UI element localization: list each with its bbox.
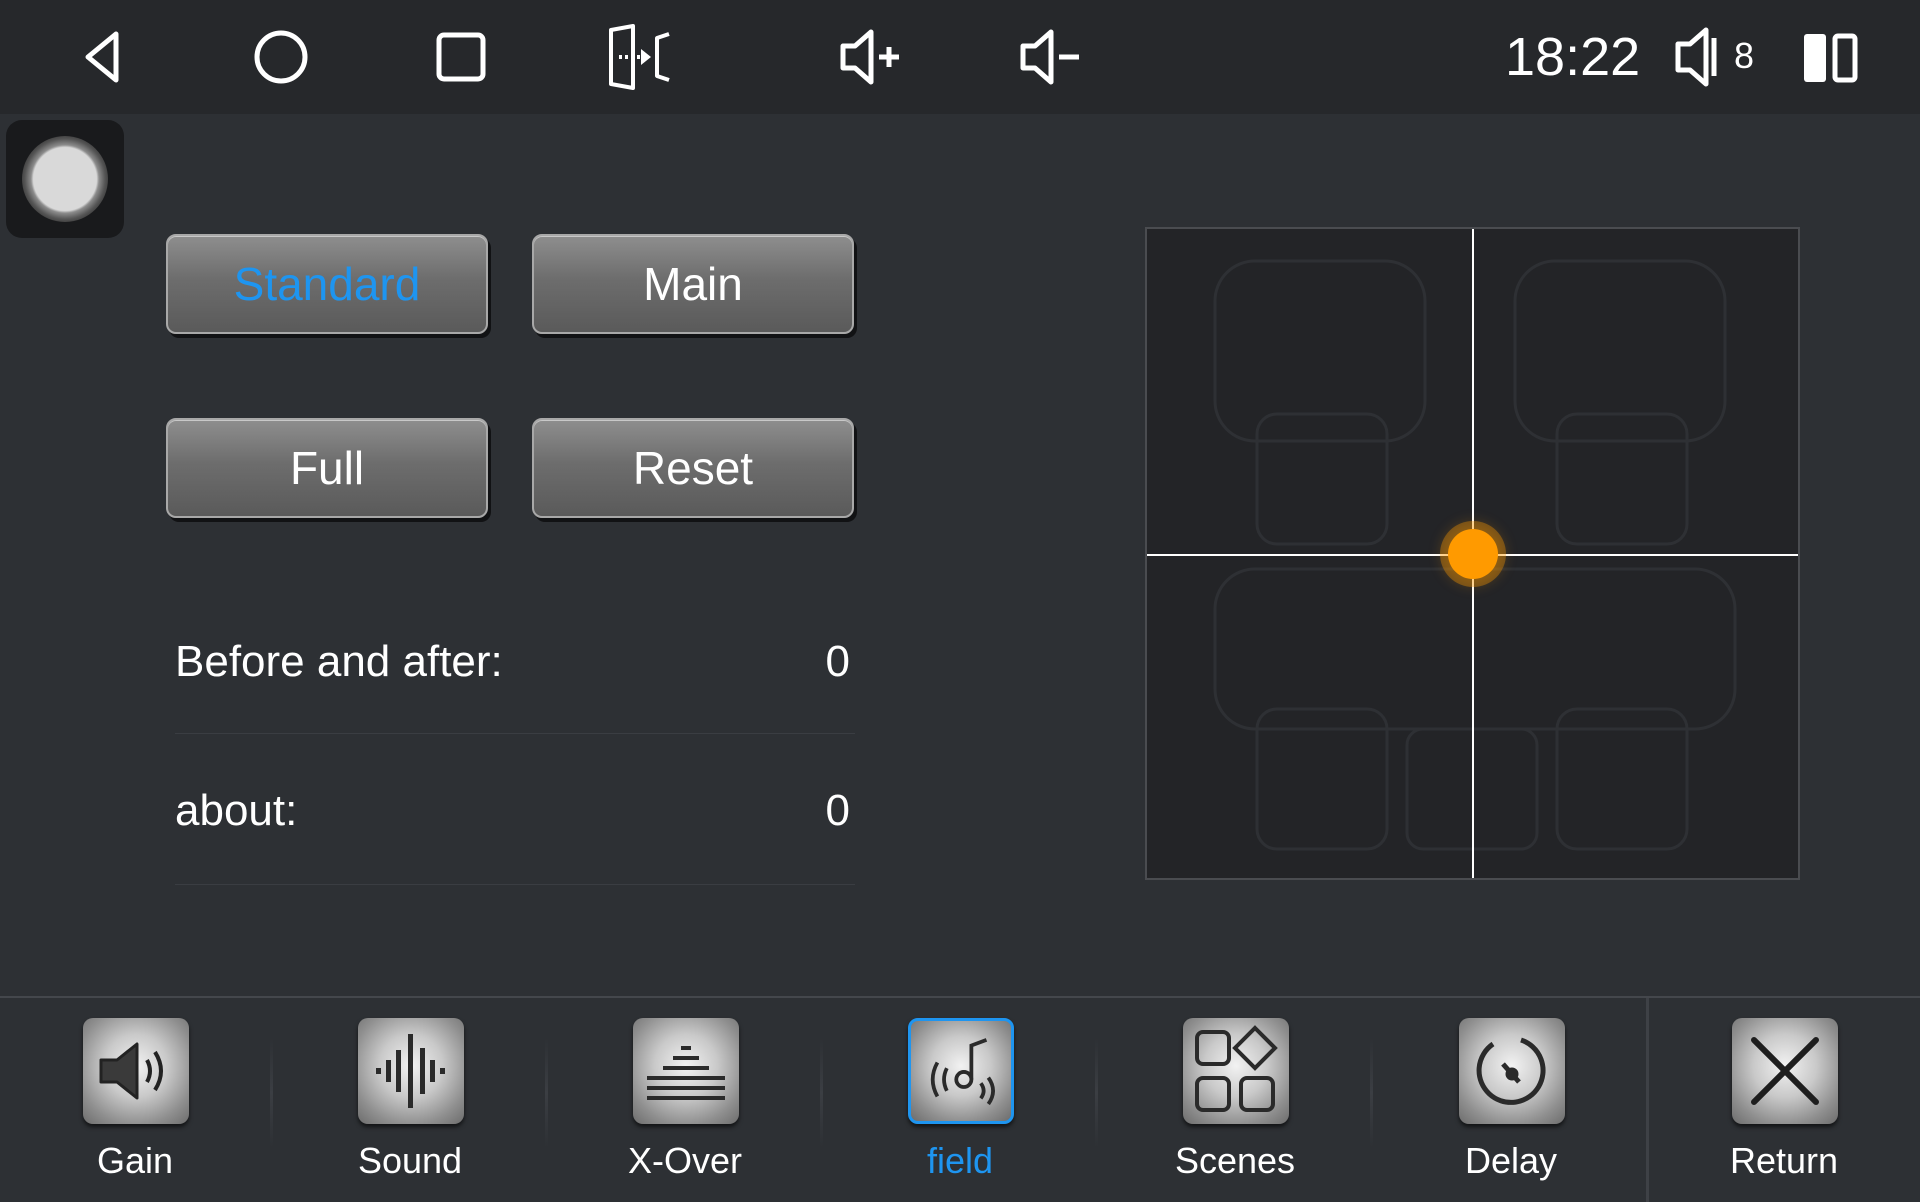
tab-sound[interactable]: Sound xyxy=(290,998,530,1202)
sound-field-knob[interactable] xyxy=(1447,528,1498,579)
tab-delay[interactable]: Delay xyxy=(1391,998,1631,1202)
standard-button[interactable]: Standard xyxy=(166,234,488,334)
front-rear-label: Before and after: xyxy=(175,637,503,686)
full-button[interactable]: Full xyxy=(166,418,488,518)
back-icon xyxy=(85,31,119,83)
volume-down-button[interactable] xyxy=(1005,20,1095,94)
volume-up-button[interactable] xyxy=(825,20,915,94)
tab-separator xyxy=(1646,998,1649,1202)
assistive-touch-button[interactable] xyxy=(6,120,124,238)
home-button[interactable] xyxy=(236,20,326,94)
sound-field-pad[interactable] xyxy=(1145,227,1800,880)
tab-label: Delay xyxy=(1464,1140,1558,1181)
left-right-label: about: xyxy=(175,786,298,835)
tab-label: Sound xyxy=(357,1140,463,1181)
tab-x-over[interactable]: X-Over xyxy=(565,998,805,1202)
sound-field-icon xyxy=(908,1018,1014,1124)
tab-separator xyxy=(1095,1038,1098,1148)
screen-cast-button[interactable] xyxy=(595,20,685,94)
tab-label: Scenes xyxy=(1174,1140,1296,1181)
recents-button[interactable] xyxy=(416,20,506,94)
close-icon xyxy=(1732,1018,1838,1124)
tab-field[interactable]: field xyxy=(840,998,1080,1202)
tab-gain[interactable]: Gain xyxy=(15,998,255,1202)
tab-label: field xyxy=(926,1140,994,1181)
assistive-ball-icon xyxy=(22,136,108,222)
tab-return[interactable]: Return xyxy=(1664,998,1904,1202)
volume-level: 8 xyxy=(1734,35,1755,76)
volume-up-icon xyxy=(840,29,899,85)
scenes-icon xyxy=(1183,1018,1289,1124)
reset-button[interactable]: Reset xyxy=(532,418,854,518)
split-screen-icon[interactable] xyxy=(1800,28,1860,88)
tab-separator xyxy=(1370,1038,1373,1148)
tab-separator xyxy=(545,1038,548,1148)
row-divider xyxy=(175,884,855,885)
left-right-value: 0 xyxy=(825,786,850,835)
clock: 18:22 xyxy=(1505,27,1641,87)
tab-label: Return xyxy=(1729,1140,1839,1181)
crossover-icon xyxy=(633,1018,739,1124)
volume-icon xyxy=(1675,27,1717,87)
bottom-tab-bar: Gain Sound X-Over field Scenes Delay Ret… xyxy=(0,996,1920,1202)
speaker-gain-icon xyxy=(83,1018,189,1124)
volume-down-icon xyxy=(1020,29,1079,85)
status-bar: 18:22 8 xyxy=(0,0,1920,114)
sound-wave-icon xyxy=(358,1018,464,1124)
home-icon xyxy=(254,30,308,84)
screen-cast-icon xyxy=(609,24,670,90)
front-rear-value: 0 xyxy=(825,637,850,686)
tab-label: Gain xyxy=(96,1140,174,1181)
back-button[interactable] xyxy=(58,20,148,94)
recents-icon xyxy=(436,32,486,82)
main-button[interactable]: Main xyxy=(532,234,854,334)
tab-scenes[interactable]: Scenes xyxy=(1115,998,1355,1202)
tab-label: X-Over xyxy=(627,1140,742,1181)
tab-separator xyxy=(820,1038,823,1148)
delay-icon xyxy=(1459,1018,1565,1124)
row-divider xyxy=(175,733,855,734)
tab-separator xyxy=(270,1038,273,1148)
